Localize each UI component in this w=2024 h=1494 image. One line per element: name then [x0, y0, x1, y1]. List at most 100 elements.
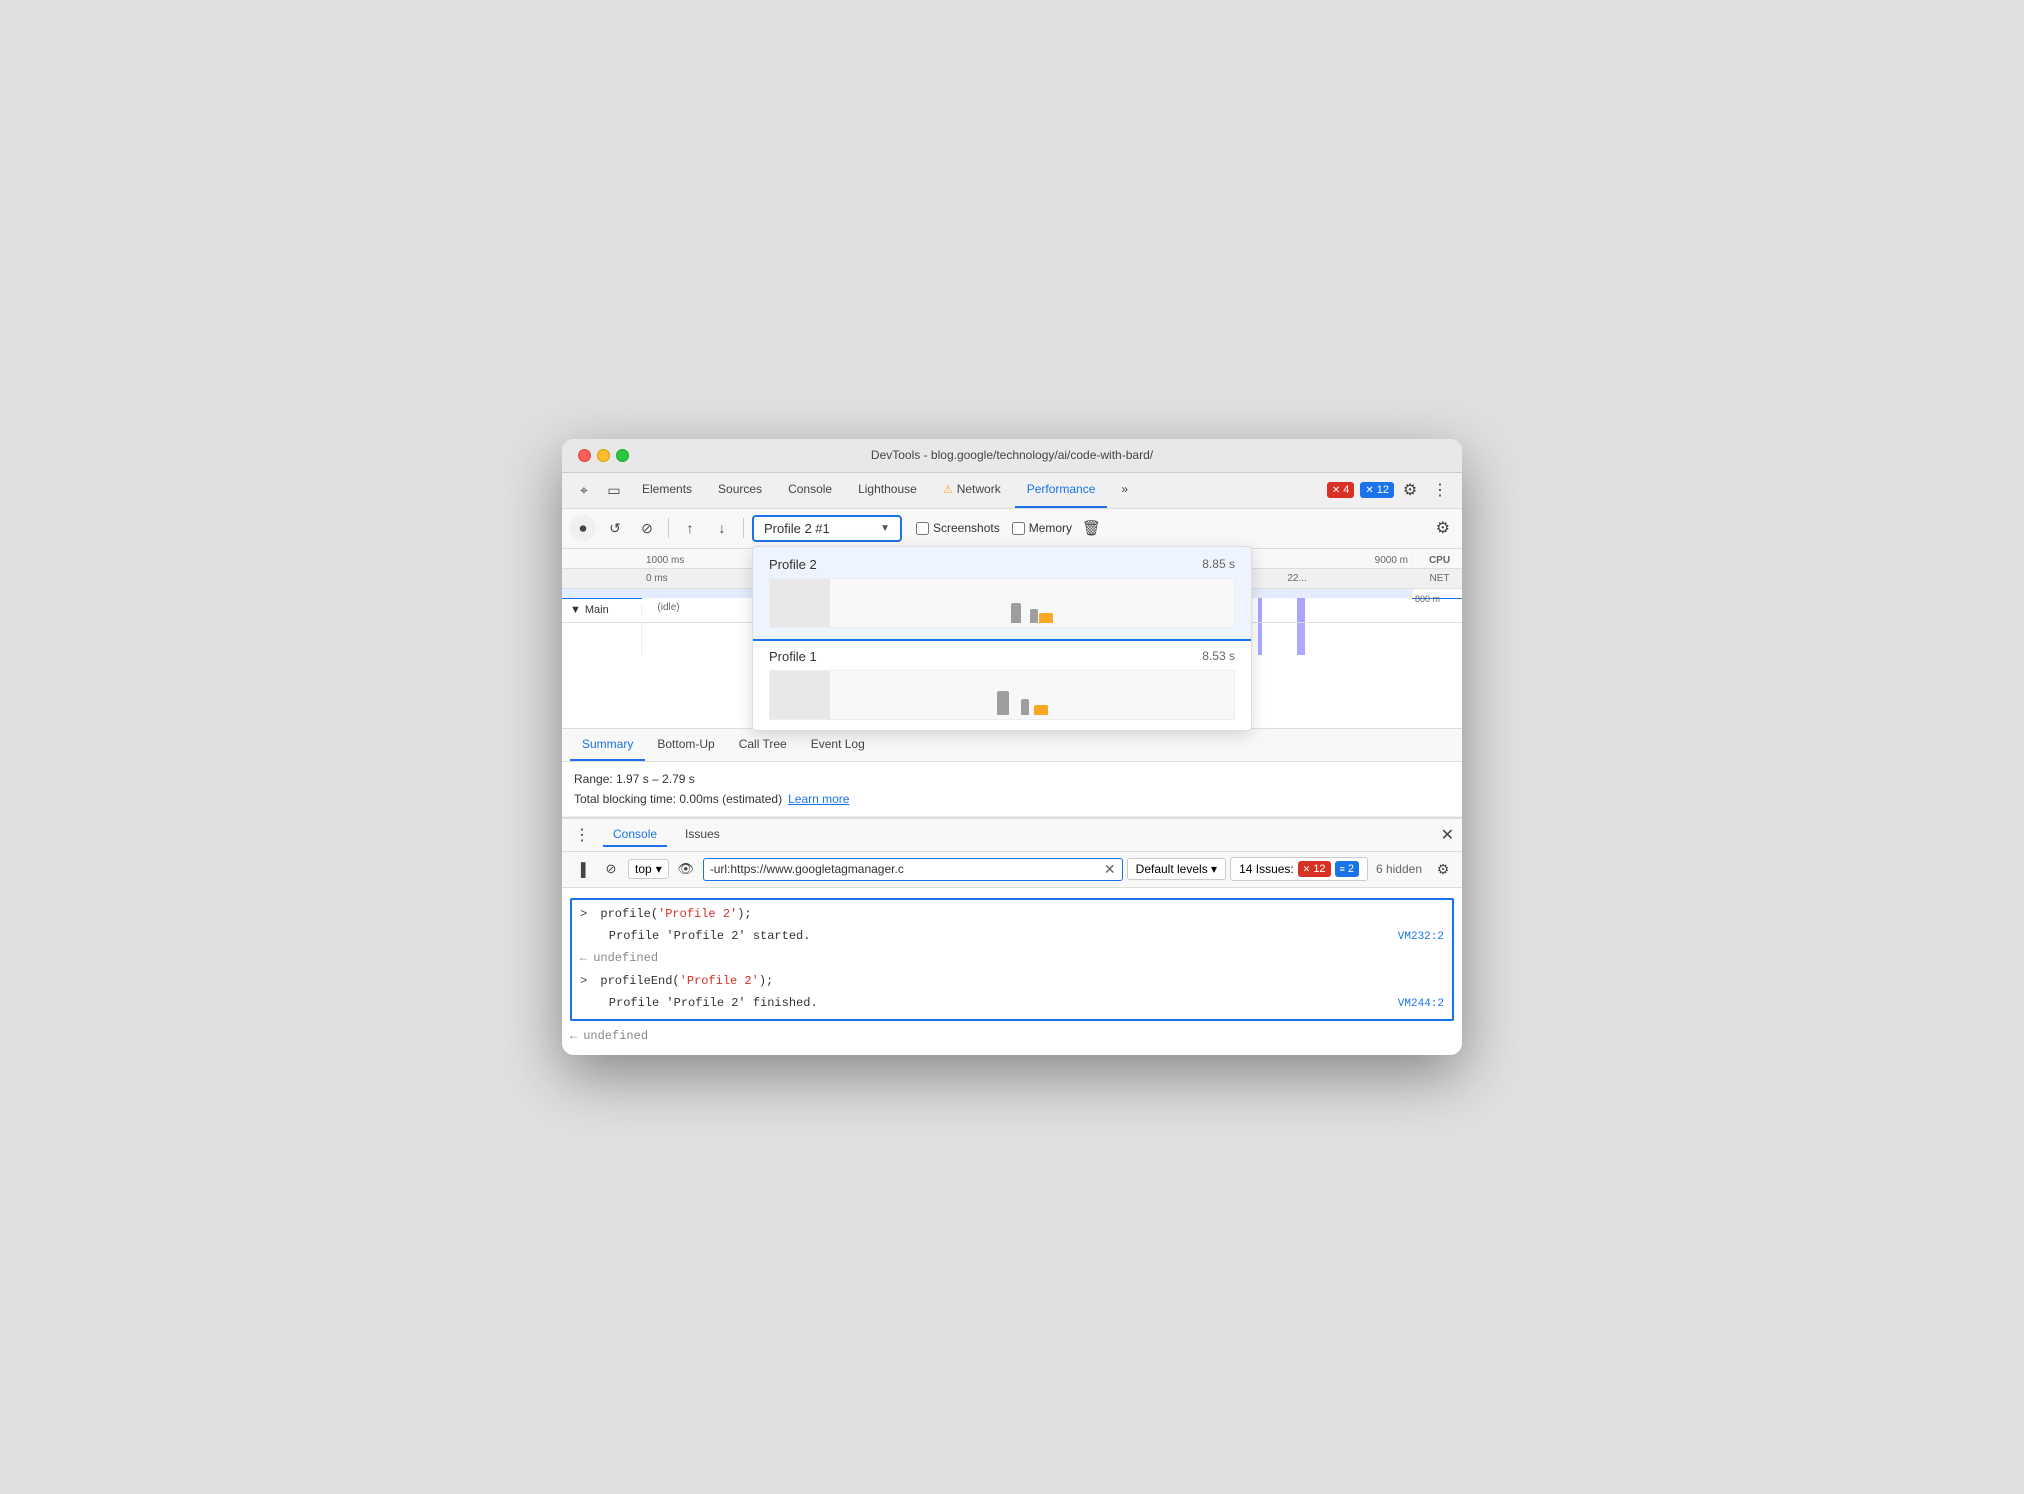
settings-icon[interactable]: ⚙	[1396, 476, 1424, 504]
error-badge[interactable]: ✕ 4	[1327, 482, 1355, 498]
console-line-4: > profileEnd('Profile 2');	[578, 971, 1446, 993]
warning-icon: ⚠	[943, 483, 953, 496]
tab-sources[interactable]: Sources	[706, 472, 774, 508]
traffic-lights	[578, 449, 629, 462]
tab-bottom-up[interactable]: Bottom-Up	[645, 729, 726, 761]
dropdown-profile1-chart	[769, 670, 1235, 720]
checkbox-group: Screenshots Memory	[916, 521, 1072, 535]
minimize-button[interactable]	[597, 449, 610, 462]
main-label: ▼ Main	[562, 604, 642, 616]
memory-checkbox[interactable]	[1012, 522, 1025, 535]
memory-label: Memory	[1029, 521, 1072, 535]
levels-button[interactable]: Default levels ▾	[1127, 858, 1226, 880]
console-line-1: > profile('Profile 2');	[578, 904, 1446, 926]
learn-more-link[interactable]: Learn more	[788, 792, 849, 806]
clear-button[interactable]: ⊘	[634, 515, 660, 541]
device-icon[interactable]: ▭	[600, 476, 628, 504]
context-chevron-icon: ▾	[656, 862, 662, 876]
chart-spike-5	[1021, 699, 1029, 715]
window-title: DevTools - blog.google/technology/ai/cod…	[871, 448, 1153, 462]
perf-toolbar: ⏺ ↺ ⊘ ↑ ↓ Profile 2 #1 ▼ Profile 2	[562, 509, 1462, 549]
clear-filter-icon[interactable]: ✕	[1104, 861, 1116, 878]
console-text-2: Profile 'Profile 2' started.	[580, 927, 1398, 946]
net-800: 800 m	[1413, 594, 1440, 604]
console-header: ⋮ Console Issues ✕	[562, 819, 1462, 852]
vm244-link[interactable]: VM244:2	[1398, 996, 1444, 1014]
clear-console-button[interactable]: ⊘	[598, 856, 624, 882]
memory-checkbox-label[interactable]: Memory	[1012, 521, 1072, 535]
chevron-down-icon: ▼	[880, 523, 890, 534]
upload-button[interactable]: ↑	[677, 515, 703, 541]
screenshots-checkbox[interactable]	[916, 522, 929, 535]
filter-input[interactable]	[710, 862, 1100, 876]
tab-call-tree[interactable]: Call Tree	[727, 729, 799, 761]
capture-settings-button[interactable]: ⚙	[1432, 514, 1454, 542]
vm232-link[interactable]: VM232:2	[1398, 929, 1444, 947]
dropdown-profile1-time: 8.53 s	[1202, 649, 1235, 663]
console-line-2: Profile 'Profile 2' started. VM232:2	[578, 926, 1446, 949]
tab-network[interactable]: ⚠ Network	[931, 472, 1013, 508]
console-settings-button[interactable]: ⚙	[1430, 856, 1456, 882]
cpu-label: CPU	[1412, 555, 1462, 566]
close-console-button[interactable]: ✕	[1441, 825, 1454, 845]
console-line-undefined: ← undefined	[562, 1025, 1462, 1049]
profile-dropdown-button[interactable]: Profile 2 #1 ▼	[752, 515, 902, 542]
tab-console-tab[interactable]: Console	[776, 472, 844, 508]
left-arrow-2: ←	[570, 1027, 577, 1046]
tab-more[interactable]: »	[1109, 472, 1140, 508]
bottom-tabs-bar: Summary Bottom-Up Call Tree Event Log	[562, 729, 1462, 762]
console-menu-button[interactable]: ⋮	[570, 823, 595, 847]
vline-8	[1297, 598, 1305, 622]
console-tab-console[interactable]: Console	[603, 823, 667, 847]
summary-area: Range: 1.97 s – 2.79 s Total blocking ti…	[562, 762, 1462, 817]
sidebar-toggle-button[interactable]: ▐	[568, 856, 594, 882]
console-tab-issues[interactable]: Issues	[675, 823, 730, 847]
close-button[interactable]	[578, 449, 591, 462]
chart-thumbnail-2	[770, 579, 830, 627]
blocking-text: Total blocking time: 0.00ms (estimated)	[574, 792, 782, 806]
chart-spike-2	[1030, 609, 1038, 623]
warning-badge[interactable]: ✕ 12	[1360, 482, 1394, 498]
range-text: Range: 1.97 s – 2.79 s	[574, 772, 695, 786]
devtools-body: ⌖ ▭ Elements Sources Console Lighthouse …	[562, 473, 1462, 1056]
screenshots-label: Screenshots	[933, 521, 1000, 535]
tab-lighthouse[interactable]: Lighthouse	[846, 472, 929, 508]
tab-summary[interactable]: Summary	[570, 729, 645, 761]
download-button[interactable]: ↓	[709, 515, 735, 541]
more-options-icon[interactable]: ⋮	[1426, 476, 1454, 504]
trash-button[interactable]: 🗑	[1078, 515, 1105, 541]
console-text-5: Profile 'Profile 2' finished.	[580, 994, 1398, 1013]
main-text: Main	[585, 604, 609, 616]
devtools-window: DevTools - blog.google/technology/ai/cod…	[562, 439, 1462, 1056]
xvline-3	[1258, 623, 1262, 655]
dropdown-profile2-chart	[769, 578, 1235, 628]
issues-count-display: 14 Issues: ✕ 12 ≡ 2	[1230, 857, 1368, 881]
console-highlighted-block: > profile('Profile 2'); Profile 'Profile…	[570, 898, 1454, 1022]
chart-spike-4	[997, 691, 1009, 715]
net-label: NET	[1412, 573, 1462, 584]
issues-error-badge: ✕ 12	[1298, 861, 1331, 877]
record-button[interactable]: ⏺	[570, 515, 596, 541]
context-selector[interactable]: top ▾	[628, 859, 669, 879]
dropdown-item-profile1[interactable]: Profile 1 8.53 s	[753, 639, 1251, 730]
tab-performance[interactable]: Performance	[1015, 472, 1108, 508]
levels-label: Default levels ▾	[1136, 862, 1217, 876]
console-section: ⋮ Console Issues ✕ ▐ ⊘ top ▾ 👁	[562, 817, 1462, 1056]
left-arrow-1: ←	[580, 949, 587, 968]
prompt-arrow-2: >	[580, 972, 587, 991]
undefined-text-2: undefined	[583, 1027, 648, 1046]
reload-record-button[interactable]: ↺	[602, 515, 628, 541]
dropdown-item-profile2[interactable]: Profile 2 8.85 s	[753, 547, 1251, 639]
dropdown-profile2-time: 8.85 s	[1202, 557, 1235, 571]
inspect-icon[interactable]: ⌖	[570, 476, 598, 504]
screenshots-checkbox-label[interactable]: Screenshots	[916, 521, 1000, 535]
console-output: > profile('Profile 2'); Profile 'Profile…	[562, 888, 1462, 1056]
error-x-icon: ✕	[1332, 485, 1340, 496]
filter-input-wrapper: ✕	[703, 858, 1123, 881]
maximize-button[interactable]	[616, 449, 629, 462]
tab-event-log[interactable]: Event Log	[799, 729, 877, 761]
chart-spike-1	[1011, 603, 1021, 623]
tab-elements[interactable]: Elements	[630, 472, 704, 508]
separator2	[743, 518, 744, 538]
eye-button[interactable]: 👁	[673, 856, 699, 882]
